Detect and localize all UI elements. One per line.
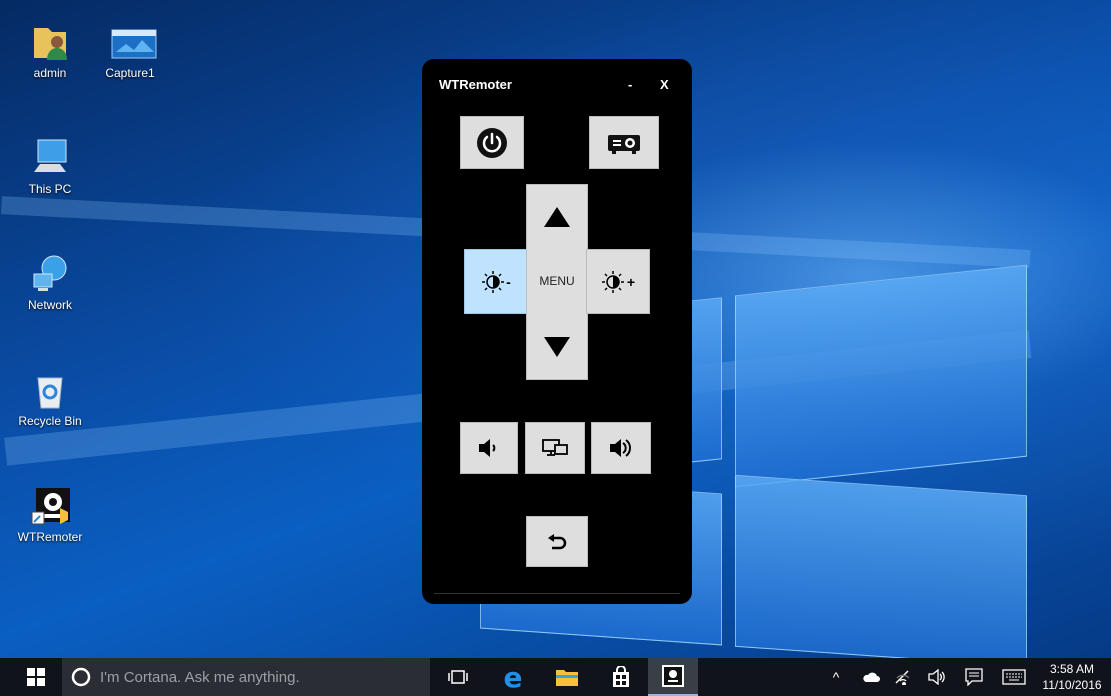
taskbar-edge[interactable]: e xyxy=(494,658,532,696)
desktop-icon-label: This PC xyxy=(28,182,72,196)
back-arrow-icon xyxy=(548,533,567,549)
desktop-icon-this-pc[interactable]: This PC xyxy=(10,138,90,196)
touch-keyboard-button[interactable] xyxy=(998,658,1030,696)
taskbar: I'm Cortana. Ask me anything. e ^ 3:58 A… xyxy=(0,658,1111,696)
keyboard-icon xyxy=(1002,669,1026,685)
speaker-icon xyxy=(928,669,945,685)
desktop-icon-capture1[interactable]: Capture1 xyxy=(90,22,170,80)
task-view-button[interactable] xyxy=(440,658,476,696)
edge-icon: e xyxy=(503,660,523,694)
up-button[interactable] xyxy=(526,184,588,248)
close-button[interactable]: X xyxy=(660,77,669,92)
brightness-down-suffix: - xyxy=(506,273,511,290)
wifi-tray[interactable] xyxy=(890,658,916,696)
action-center-button[interactable] xyxy=(960,658,988,696)
projector-source-button[interactable] xyxy=(589,116,659,169)
brightness-down-button[interactable]: - xyxy=(464,249,528,314)
brightness-icon xyxy=(482,270,505,293)
menu-button[interactable]: MENU xyxy=(526,247,588,314)
wtremoter-window: WTRemoter - X - MENU + xyxy=(422,59,692,604)
clock[interactable]: 3:58 AM 11/10/2016 xyxy=(1036,658,1108,696)
network-icon xyxy=(30,254,70,294)
menu-label: MENU xyxy=(539,273,575,288)
show-hidden-icons-button[interactable]: ^ xyxy=(826,658,846,696)
cortana-circle-icon xyxy=(71,667,91,687)
store-bag-icon xyxy=(613,666,629,687)
projector-icon xyxy=(608,134,640,154)
recycle-bin-icon xyxy=(30,370,70,410)
wifi-icon xyxy=(895,670,910,685)
minimize-button[interactable]: - xyxy=(628,77,632,92)
computer-icon xyxy=(30,138,70,178)
desktop-icon-admin[interactable]: admin xyxy=(10,22,90,80)
onedrive-tray[interactable] xyxy=(858,658,884,696)
folder-icon xyxy=(556,670,578,686)
taskbar-store[interactable] xyxy=(602,658,640,696)
volume-tray[interactable] xyxy=(924,658,950,696)
desktop-icon-label: Network xyxy=(27,298,72,312)
desktop-icon-label: Recycle Bin xyxy=(18,414,82,428)
window-title: WTRemoter xyxy=(439,77,512,92)
down-button[interactable] xyxy=(526,314,588,380)
cloud-icon xyxy=(863,672,880,682)
desktop-icon-label: admin xyxy=(33,66,67,80)
logo-pane xyxy=(735,474,1027,658)
wtremoter-shortcut-icon xyxy=(30,486,70,526)
power-button[interactable] xyxy=(460,116,524,169)
volume-down-icon xyxy=(479,439,496,457)
arrow-down-icon xyxy=(544,336,570,357)
notification-icon xyxy=(965,668,983,686)
cortana-search-box[interactable]: I'm Cortana. Ask me anything. xyxy=(62,658,430,696)
clock-date: 11/10/2016 xyxy=(1042,678,1102,692)
arrow-up-icon xyxy=(544,206,570,227)
image-file-icon xyxy=(110,22,157,62)
user-folder-icon xyxy=(30,22,70,62)
brightness-up-suffix: + xyxy=(626,273,636,290)
brightness-icon xyxy=(601,270,624,293)
windows-start-icon xyxy=(27,668,45,686)
clock-time: 3:58 AM xyxy=(1049,662,1095,676)
wtremoter-app-icon xyxy=(662,665,684,687)
desktop-icon-network[interactable]: Network xyxy=(10,254,90,312)
volume-up-icon xyxy=(610,439,631,457)
task-view-icon xyxy=(448,670,468,684)
volume-down-button[interactable] xyxy=(460,422,518,474)
desktop-icon-label: WTRemoter xyxy=(17,530,83,544)
chevron-up-icon: ^ xyxy=(832,669,840,685)
logo-pane xyxy=(735,264,1027,488)
taskbar-file-explorer[interactable] xyxy=(548,658,586,696)
power-icon xyxy=(477,127,507,158)
taskbar-wtremoter[interactable] xyxy=(648,658,698,696)
display-switch-button[interactable] xyxy=(525,422,585,474)
desktop-icon-label: Capture1 xyxy=(105,66,155,80)
brightness-up-button[interactable]: + xyxy=(586,249,650,314)
desktop-icon-wtremoter[interactable]: WTRemoter xyxy=(10,486,90,544)
back-button[interactable] xyxy=(526,516,588,567)
monitor-switch-icon xyxy=(542,439,568,456)
desktop-icon-recycle-bin[interactable]: Recycle Bin xyxy=(10,370,90,428)
search-placeholder: I'm Cortana. Ask me anything. xyxy=(100,668,300,686)
volume-up-button[interactable] xyxy=(591,422,651,474)
window-bottom-divider xyxy=(434,593,680,594)
